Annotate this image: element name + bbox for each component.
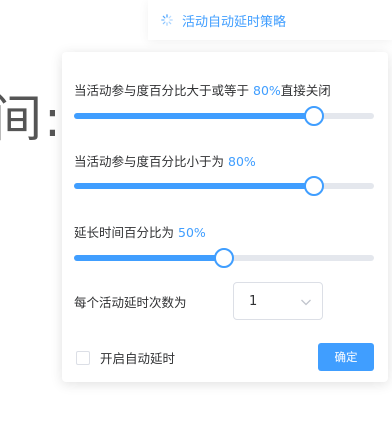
rule-1-value: 80% — [253, 83, 281, 98]
rule-3-value: 50% — [178, 225, 206, 240]
rule-3-slider[interactable] — [74, 248, 374, 268]
delay-count-select[interactable]: 1 — [233, 282, 323, 320]
rule-2-slider[interactable] — [74, 176, 374, 196]
rule-1-slider-fill — [74, 113, 314, 119]
rule-1-slider[interactable] — [74, 106, 374, 126]
background-text-fragment: 间: — [0, 90, 63, 148]
rule-2-prefix: 当活动参与度百分比小于为 — [74, 154, 225, 169]
loading-spinner-icon — [160, 13, 174, 27]
rule-1-suffix: 直接关闭 — [280, 83, 331, 98]
chevron-down-icon — [300, 296, 312, 306]
auto-delay-strategy-trigger[interactable]: 活动自动延时策略 — [148, 0, 392, 40]
rule-3-slider-fill — [74, 255, 224, 261]
trigger-label: 活动自动延时策略 — [182, 14, 287, 30]
delay-strategy-popover: 当活动参与度百分比大于或等于 80%直接关闭 当活动参与度百分比小于为 80% … — [62, 52, 388, 382]
rule-2-slider-thumb[interactable] — [304, 176, 324, 196]
rule-3-prefix: 延长时间百分比为 — [74, 225, 175, 240]
rule-3-label: 延长时间百分比为 50% — [74, 222, 206, 241]
rule-1-label: 当活动参与度百分比大于或等于 80%直接关闭 — [74, 80, 331, 99]
rule-2-slider-fill — [74, 183, 314, 189]
confirm-button[interactable]: 确定 — [318, 343, 374, 371]
auto-delay-checkbox-row[interactable]: 开启自动延时 — [76, 348, 175, 367]
rule-1-prefix: 当活动参与度百分比大于或等于 — [74, 83, 250, 98]
delay-count-value: 1 — [249, 293, 258, 309]
stage: 间: 活动自动延时策略 当活动参与度百分比大于或等于 80%直接关闭 当活动参与… — [0, 0, 392, 426]
rule-2-label: 当活动参与度百分比小于为 80% — [74, 151, 256, 170]
auto-delay-checkbox[interactable] — [76, 350, 90, 365]
auto-delay-label: 开启自动延时 — [100, 351, 176, 366]
rule-1-slider-thumb[interactable] — [304, 106, 324, 126]
rule-3-slider-thumb[interactable] — [214, 248, 234, 268]
delay-count-label: 每个活动延时次数为 — [74, 295, 187, 310]
rule-2-value: 80% — [228, 154, 256, 169]
